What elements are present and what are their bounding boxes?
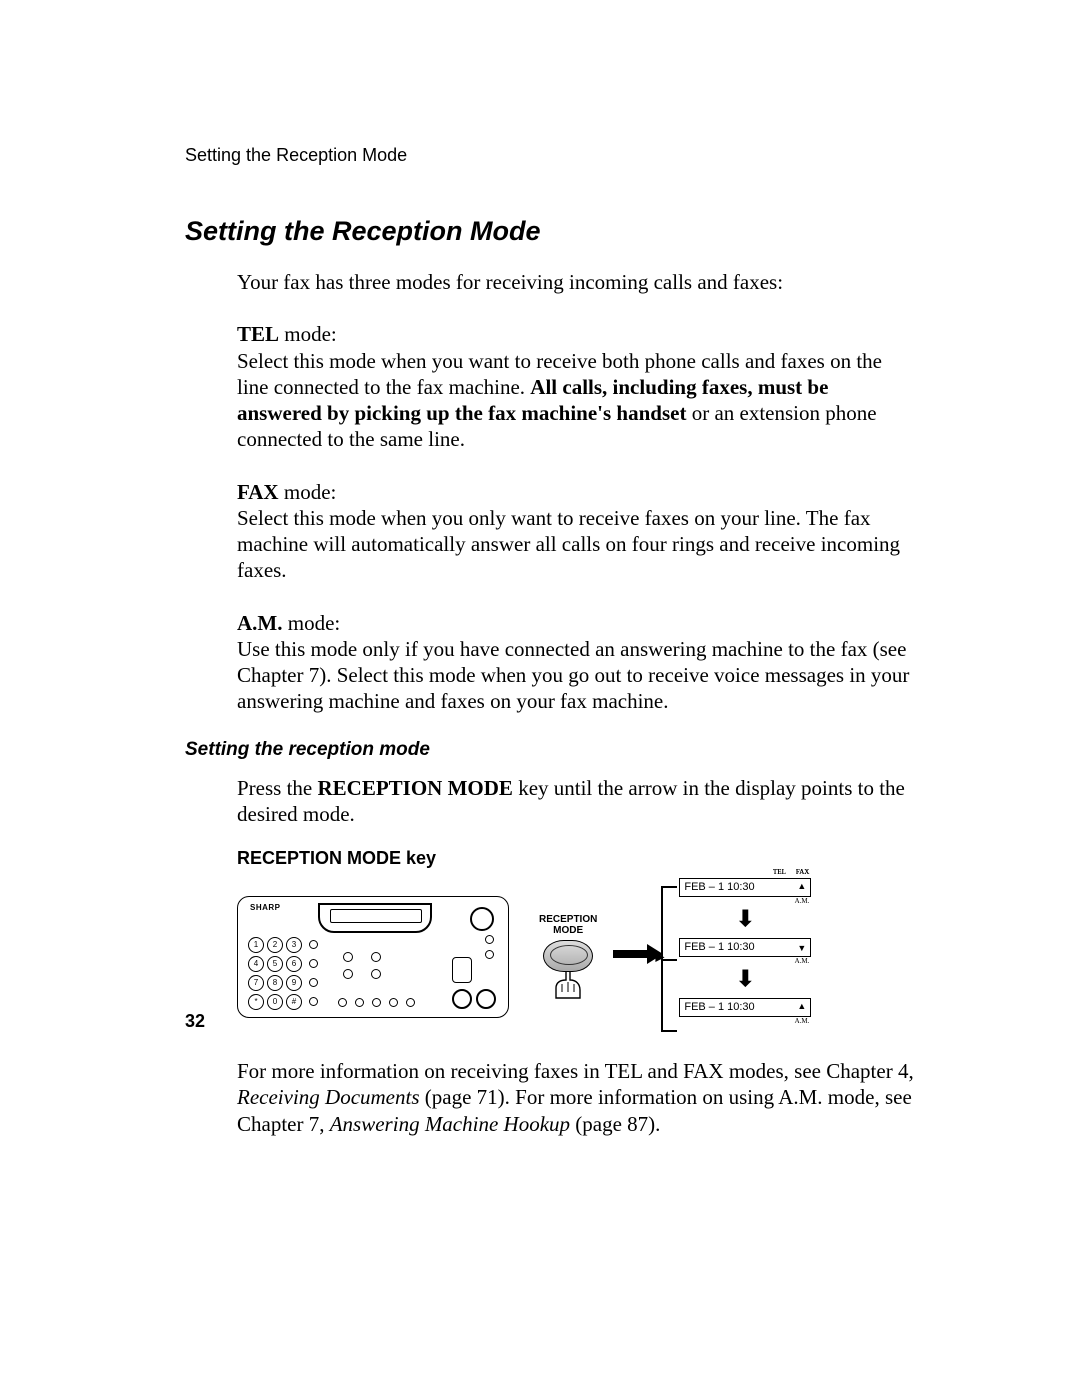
fax-small-buttons-icon [485,935,494,959]
display-tiny-labels: TEL FAX [773,868,809,877]
press-text-a: Press the [237,776,318,800]
tiny-am-label: A.M. [679,957,811,966]
pointer-down-icon: ▼ [797,943,806,954]
fax-midpad-icon [343,952,387,979]
keypad-key: 0 [267,994,283,1010]
pointer-up-icon: ▲ [797,881,806,892]
keypad-key: 9 [286,975,302,991]
am-mode-label: A.M. [237,611,283,635]
closing-c: (page 87). [570,1112,660,1136]
down-arrow-icon: ⬇ [679,970,811,988]
bracket-arrow-icon: ▶ [655,949,664,964]
display-state: TEL FAX FEB – 1 10:30 ▲ A.M. [679,878,811,907]
tel-mode-label: TEL [237,322,279,346]
fax-dial-icon [470,907,494,931]
running-header: Setting the Reception Mode [185,145,915,166]
tiny-tel-label: TEL [773,868,786,877]
closing-ref2: Answering Machine Hookup [330,1112,570,1136]
fax-big-button-icon [476,989,496,1009]
diagram-section: RECEPTION MODE key SHARP 1 2 3 4 5 6 [237,847,915,1137]
body-column: Your fax has three modes for receiving i… [237,269,915,715]
tiny-fax-label: FAX [796,868,809,877]
lcd-display-icon: FEB – 1 10:30 ▼ [679,938,811,958]
fax-paper-slot-icon [452,957,472,983]
press-button-label-line2: MODE [553,925,583,936]
sub-body: Press the RECEPTION MODE key until the a… [237,775,915,828]
reception-mode-button-icon [543,940,593,972]
keypad-key: 8 [267,975,283,991]
fax-keypad-icon: 1 2 3 4 5 6 7 8 9 * 0 # [248,937,315,1010]
fax-brand-label: SHARP [250,903,281,913]
keypad-indicator-icon [309,997,318,1006]
tel-mode-suffix: mode: [279,322,337,346]
manual-page: Setting the Reception Mode Setting the R… [0,0,1080,1397]
am-mode-body: Use this mode only if you have connected… [237,637,909,714]
keypad-indicator-icon [309,940,318,949]
keypad-key: 7 [248,975,264,991]
diagram-label: RECEPTION MODE key [237,847,915,870]
press-button-label-line1: RECEPTION [539,914,597,925]
pointer-up-icon: ▲ [797,1001,806,1012]
display-states: ▶ TEL FAX FEB – 1 10:30 ▲ A.M. ⬇ TEL [679,878,811,1037]
display-state: TEL FAX FEB – 1 10:30 ▼ A.M. [679,938,811,967]
sub-heading: Setting the reception mode [185,739,915,761]
lcd-display-icon: FEB – 1 10:30 ▲ [679,998,811,1018]
keypad-key: 2 [267,937,283,953]
fax-bottom-row-icon [338,998,415,1007]
keypad-indicator-icon [309,959,318,968]
intro-text: Your fax has three modes for receiving i… [237,269,915,295]
closing-a: For more information on receiving faxes … [237,1059,914,1083]
fax-lcd-icon [318,903,432,933]
keypad-key: 4 [248,956,264,972]
keypad-key: # [286,994,302,1010]
tiny-am-label: A.M. [679,1017,811,1026]
keypad-key: 5 [267,956,283,972]
lcd-display-icon: FEB – 1 10:30 ▲ [679,878,811,898]
display-state: TEL FAX FEB – 1 10:30 ▲ A.M. [679,998,811,1027]
press-button-illustration: RECEPTION MODE [539,914,597,1000]
closing-ref1: Receiving Documents [237,1085,420,1109]
display-text: FEB – 1 10:30 [684,1001,754,1013]
press-text-bold: RECEPTION MODE [318,776,513,800]
down-arrow-icon: ⬇ [679,910,811,928]
fax-mode-suffix: mode: [279,480,337,504]
press-button-label: RECEPTION MODE [539,914,597,936]
keypad-key: * [248,994,264,1010]
display-text: FEB – 1 10:30 [684,881,754,893]
fax-big-button-icon [452,989,472,1009]
display-text: FEB – 1 10:30 [684,941,754,953]
keypad-indicator-icon [309,978,318,987]
fax-mode-block: FAX mode: Select this mode when you only… [237,479,915,584]
am-mode-block: A.M. mode: Use this mode only if you hav… [237,610,915,715]
tiny-am-label: A.M. [679,897,811,906]
fax-panel-illustration: SHARP 1 2 3 4 5 6 7 8 9 [237,896,509,1018]
am-mode-suffix: mode: [283,611,341,635]
keypad-key: 3 [286,937,302,953]
press-finger-icon [548,970,588,1000]
fax-mode-body: Select this mode when you only want to r… [237,506,900,583]
fax-mode-label: FAX [237,480,279,504]
closing-paragraph: For more information on receiving faxes … [237,1058,915,1137]
page-number: 32 [185,1011,205,1032]
diagram: SHARP 1 2 3 4 5 6 7 8 9 [237,878,915,1037]
keypad-key: 6 [286,956,302,972]
tel-mode-block: TEL mode: Select this mode when you want… [237,321,915,452]
section-title: Setting the Reception Mode [185,216,915,247]
keypad-key: 1 [248,937,264,953]
